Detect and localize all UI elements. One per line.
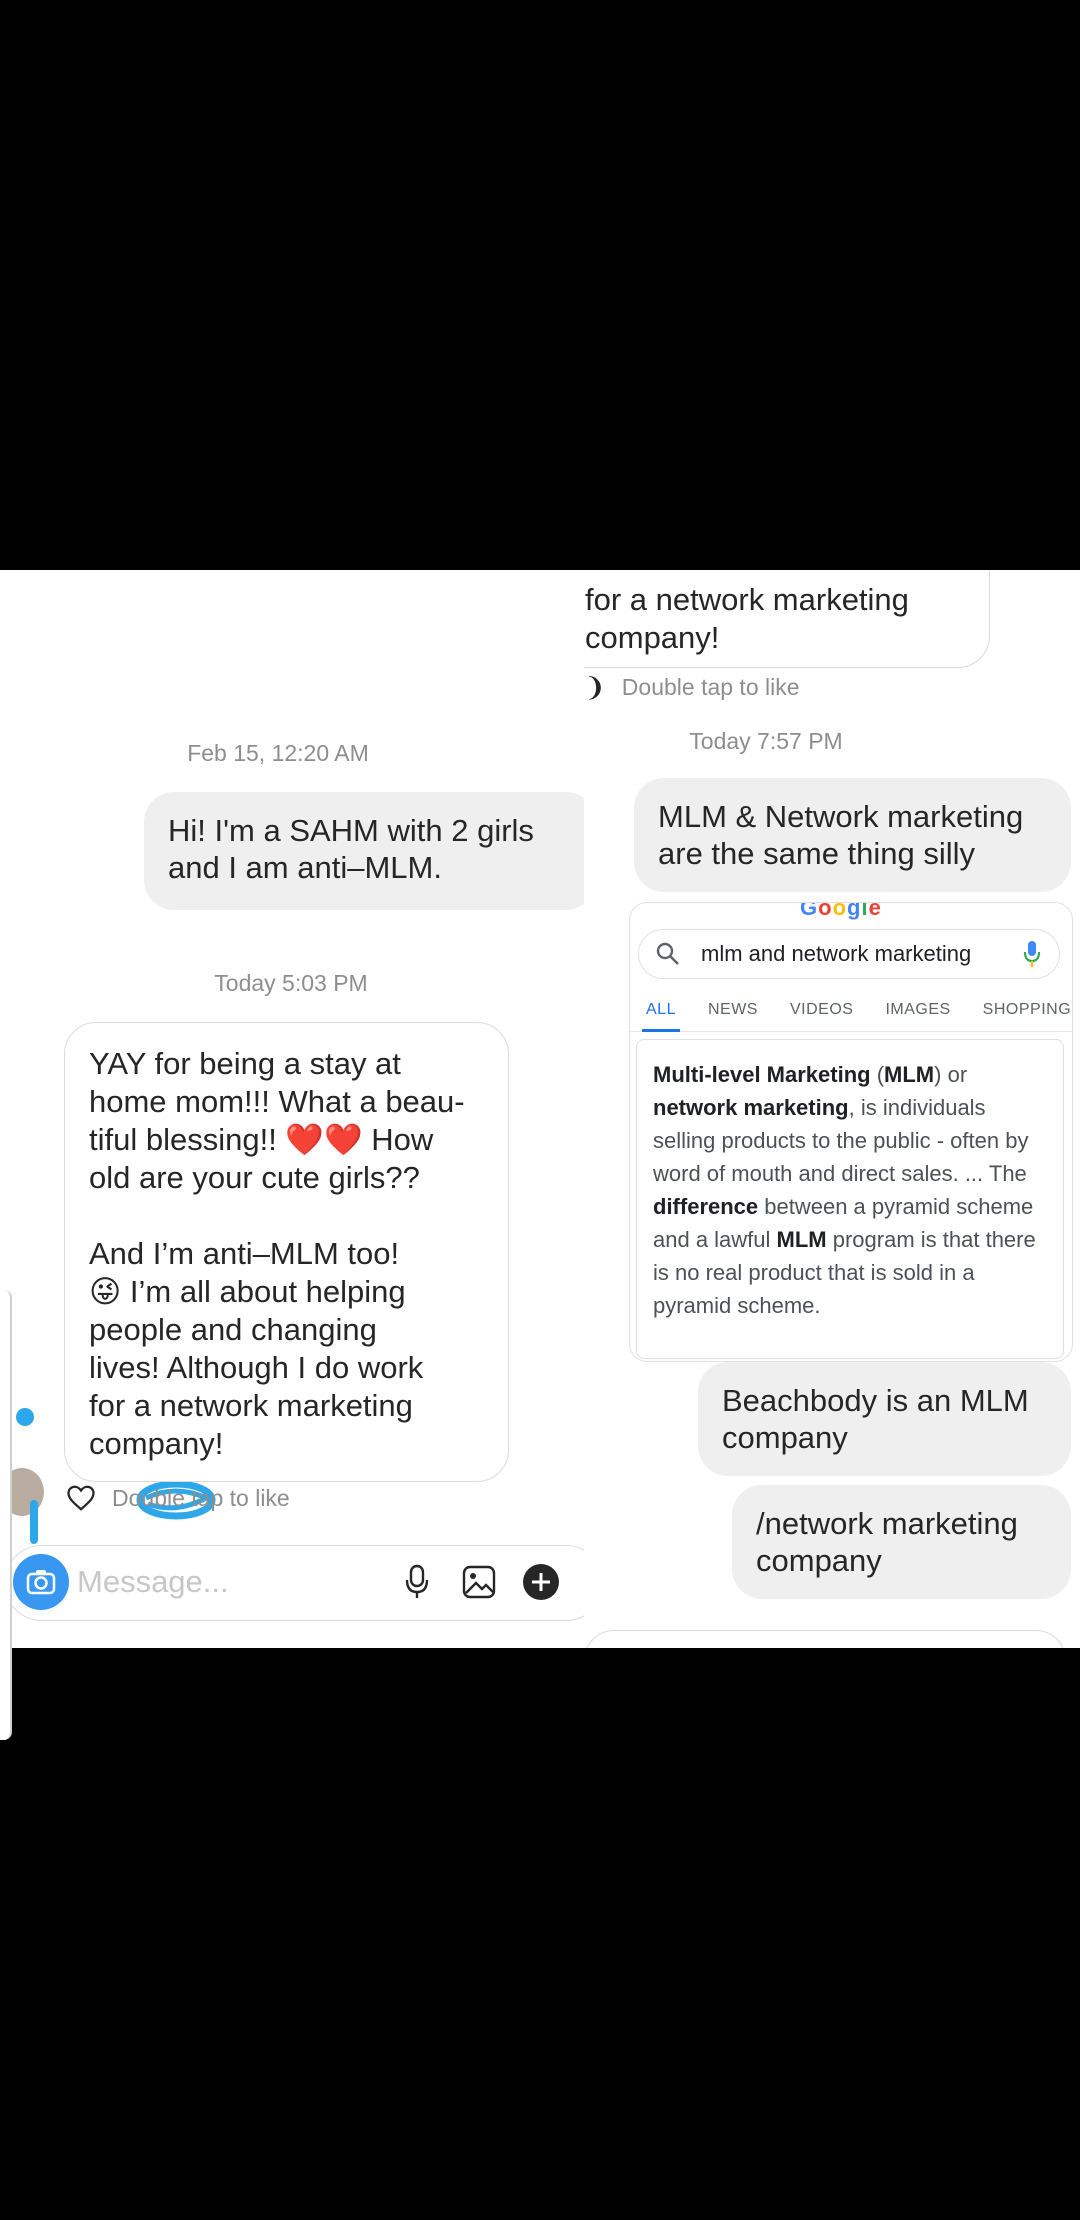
snippet-text: ) or [934,1062,968,1087]
snippet-text: Multi-level Marketing [653,1062,871,1087]
google-logo: Google [800,902,882,920]
left-screenshot: Feb 15, 12:20 AM Hi! I'm a SAHM with 2 g… [0,570,584,1648]
voice-search-icon[interactable] [1023,940,1041,968]
message-composer[interactable] [584,1630,1066,1648]
incoming-message[interactable]: Hi! I'm a SAHM with 2 girls and I am ant… [144,792,584,910]
heart-icon: ❩ [584,672,606,702]
camera-button[interactable] [13,1554,69,1610]
search-icon [656,942,679,965]
tab-videos[interactable]: VIDEOS [774,991,869,1031]
microphone-button[interactable] [397,1562,437,1602]
snippet-text: MLM [776,1227,827,1252]
tab-news[interactable]: NEWS [692,991,774,1031]
google-search-query[interactable]: mlm and network marketing [701,941,1001,967]
snippet-text: ( [870,1062,885,1087]
camera-icon [26,1570,56,1595]
tab-shopping[interactable]: SHOPPING [967,991,1072,1031]
outgoing-message[interactable]: Beachbody is an MLM company [698,1362,1071,1476]
reply-message[interactable]: YAY for being a stay at home mom!!! What… [64,1022,509,1482]
tab-images[interactable]: IMAGES [869,991,966,1031]
message-composer[interactable]: Message... [4,1545,584,1621]
like-hint-text: Double tap to like [112,1484,290,1511]
edge-fragment [0,1290,12,1740]
tab-all[interactable]: ALL [630,991,692,1032]
google-search-screenshot: Google mlm and network marketing ALL NEW… [629,902,1073,1362]
add-button[interactable] [521,1562,561,1602]
right-screenshot: for a network marketing company! ❩ Doubl… [584,570,1080,1648]
snippet-text: network marketing [653,1095,849,1120]
heart-icon [67,1485,95,1511]
timestamp: Feb 15, 12:20 AM [187,740,369,766]
microphone-icon [405,1564,429,1598]
featured-snippet[interactable]: Multi-level Marketing (MLM) or network m… [636,1039,1064,1359]
google-search-bar[interactable]: mlm and network marketing [638,929,1060,979]
scribble-mark [30,1500,38,1544]
outgoing-message[interactable]: MLM & Network marketing are the same thi… [634,778,1071,892]
timestamp: Today 5:03 PM [214,970,368,996]
online-dot [16,1408,34,1426]
message-input[interactable]: Message... [77,1564,229,1600]
like-hint-text: Double tap to like [621,674,800,700]
outgoing-message[interactable]: /network marketing company [732,1485,1071,1599]
timestamp: Today 7:57 PM [689,728,843,754]
add-icon [523,1564,559,1600]
google-tabs: ALL NEWS VIDEOS IMAGES SHOPPING [630,991,1072,1032]
gallery-button[interactable] [459,1562,499,1602]
like-hint[interactable]: ❩ Double tap to like [584,672,800,703]
snippet-text: difference [653,1194,759,1219]
like-hint[interactable]: Double tap to like [66,1484,290,1512]
snippet-text: MLM [884,1062,935,1087]
previous-message[interactable]: for a network marketing company! [584,570,990,668]
gallery-icon [462,1565,496,1599]
